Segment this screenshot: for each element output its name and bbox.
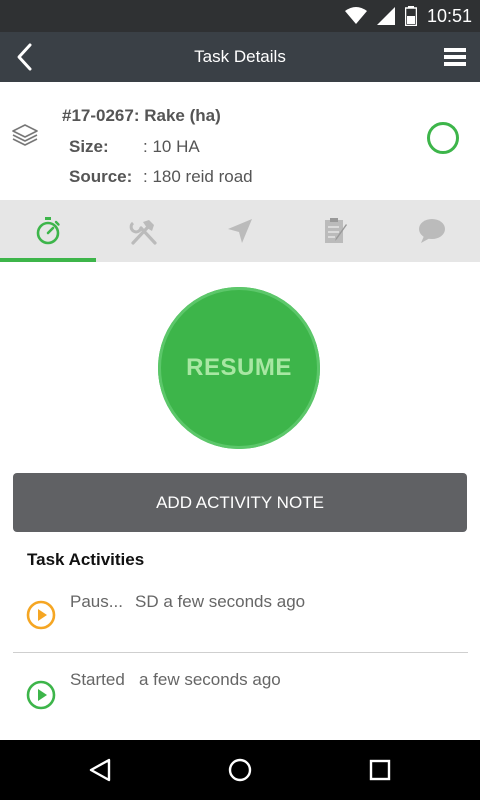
layers-icon — [12, 124, 38, 146]
wifi-icon — [344, 7, 367, 24]
play-circle-icon — [26, 680, 56, 710]
nav-recents-icon[interactable] — [366, 758, 394, 782]
activity-time: a few seconds ago — [139, 670, 281, 689]
app-bar: Task Details — [0, 32, 480, 82]
size-label: Size: — [69, 137, 109, 156]
status-bar: 10:51 — [0, 0, 480, 32]
hamburger-menu-icon[interactable] — [444, 48, 466, 66]
chat-bubble-icon — [419, 219, 445, 243]
source-label: Source: — [69, 167, 133, 186]
activity-time: SD a few seconds ago — [135, 592, 306, 611]
resume-button[interactable]: RESUME — [158, 287, 320, 449]
play-circle-icon — [26, 600, 56, 630]
clipboard-checklist-icon — [325, 218, 347, 243]
stopwatch-icon — [36, 217, 60, 245]
activity-item: Paus... SD a few seconds ago — [0, 592, 480, 666]
status-time: 10:51 — [426, 5, 472, 26]
add-activity-note-button[interactable]: ADD ACTIVITY NOTE — [13, 473, 467, 532]
battery-icon — [404, 6, 417, 26]
status-icons: 10:51 — [344, 5, 472, 26]
hammer-wrench-icon — [129, 220, 157, 245]
status-circle-icon[interactable] — [427, 122, 459, 154]
task-activities-heading: Task Activities — [27, 550, 145, 569]
cell-signal-icon — [376, 7, 395, 25]
nav-home-icon[interactable] — [226, 758, 254, 782]
activity-item: Started a few seconds ago — [0, 670, 480, 744]
add-activity-note-label: ADD ACTIVITY NOTE — [156, 492, 324, 512]
resume-button-label: RESUME — [186, 354, 292, 381]
tab-checklist[interactable] — [288, 200, 384, 262]
system-nav-bar — [0, 740, 480, 800]
tab-navigate[interactable] — [192, 200, 288, 262]
activity-divider — [13, 652, 468, 653]
tab-tools[interactable] — [96, 200, 192, 262]
task-header: #17-0267: Rake (ha) Size: : 10 HA Source… — [0, 82, 480, 201]
nav-back-icon[interactable] — [87, 758, 115, 782]
tab-timer[interactable] — [0, 200, 96, 262]
size-value: : 10 HA — [143, 137, 200, 156]
source-value: : 180 reid road — [143, 167, 253, 186]
task-title: #17-0267: Rake (ha) — [62, 106, 221, 125]
tab-comments[interactable] — [384, 200, 480, 262]
task-content: RESUME ADD ACTIVITY NOTE Task Activities… — [0, 262, 480, 740]
page-title: Task Details — [194, 47, 286, 66]
activity-name: Started — [70, 670, 125, 689]
navigation-arrow-icon — [228, 219, 252, 243]
activity-name: Paus... — [70, 592, 123, 611]
tab-bar — [0, 200, 480, 263]
